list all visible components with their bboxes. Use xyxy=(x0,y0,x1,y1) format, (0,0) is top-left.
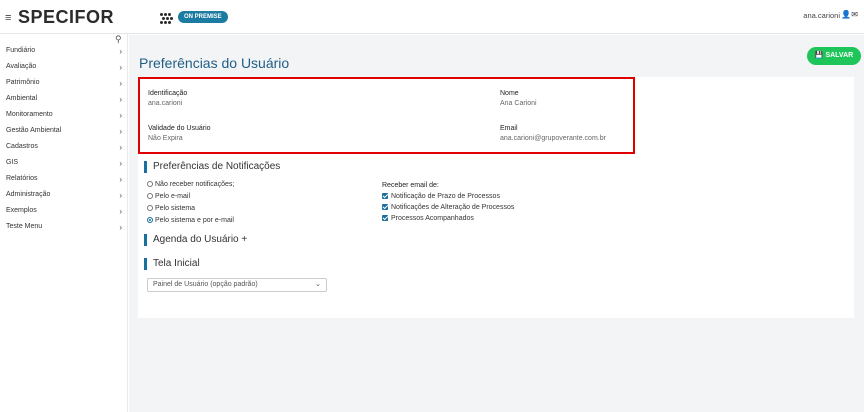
radio-label: Pelo sistema xyxy=(155,205,196,212)
email-label: Email xyxy=(500,125,518,132)
add-icon[interactable]: + xyxy=(241,234,247,245)
sidebar-item-fundiario[interactable]: Fundiário › xyxy=(6,47,124,61)
save-button-label: SALVAR xyxy=(825,52,854,59)
chevron-right-icon: › xyxy=(119,143,122,152)
save-icon: 💾 xyxy=(814,52,824,59)
sidebar-item-label: GIS xyxy=(6,159,19,166)
search-icon[interactable]: ⚲ xyxy=(115,34,122,45)
email-value: ana.carioni@grupoverante.com.br xyxy=(500,135,606,142)
radio-by-email[interactable]: Pelo e-mail xyxy=(147,193,190,200)
sidebar-item-label: Administração xyxy=(6,191,51,198)
sidebar-item-label: Patrimônio xyxy=(6,79,40,86)
hamburger-icon[interactable]: ≡ xyxy=(5,12,11,24)
preferences-card: Identificação ana.carioni Nome Ana Cario… xyxy=(138,77,854,318)
sidebar-item-label: Teste Menu xyxy=(6,223,43,230)
radio-label: Não receber notificações; xyxy=(155,181,235,188)
sidebar-item-label: Avaliação xyxy=(6,63,37,70)
user-icons[interactable]: 👤✉ xyxy=(841,10,858,19)
sidebar-item-avaliacao[interactable]: Avaliação › xyxy=(6,63,124,77)
name-value: Ana Carioni xyxy=(500,100,537,107)
sidebar-item-monitoramento[interactable]: Monitoramento › xyxy=(6,111,124,125)
chevron-down-icon: ⌄ xyxy=(315,281,321,288)
sidebar-item-label: Ambiental xyxy=(6,95,38,102)
checkbox-followed-processes[interactable]: Processos Acompanhados xyxy=(382,215,474,222)
checkbox-label: Processos Acompanhados xyxy=(391,215,474,222)
sidebar-item-teste-menu[interactable]: Teste Menu › xyxy=(6,223,124,237)
chevron-right-icon: › xyxy=(119,111,122,120)
radio-label: Pelo e-mail xyxy=(155,193,191,200)
sidebar-item-patrimonio[interactable]: Patrimônio › xyxy=(6,79,124,93)
checkbox-label: Notificações de Alteração de Processos xyxy=(391,204,515,211)
notifications-section-title: Preferências de Notificações xyxy=(144,161,280,173)
select-value: Painel de Usuário (opção padrão) xyxy=(153,281,258,288)
sidebar-item-label: Fundiário xyxy=(6,47,36,54)
radio-no-notifications[interactable]: Não receber notificações; xyxy=(147,181,234,188)
email-receive-label: Receber email de: xyxy=(382,182,439,189)
chevron-right-icon: › xyxy=(119,207,122,216)
checkbox-change-notification[interactable]: Notificações de Alteração de Processos xyxy=(382,204,514,211)
sidebar-item-exemplos[interactable]: Exemplos › xyxy=(6,207,124,221)
sidebar-item-label: Monitoramento xyxy=(6,111,53,118)
sidebar-item-label: Exemplos xyxy=(6,207,37,214)
sidebar-item-cadastros[interactable]: Cadastros › xyxy=(6,143,124,157)
chevron-right-icon: › xyxy=(119,159,122,168)
sidebar-item-gestao-ambiental[interactable]: Gestão Ambiental › xyxy=(6,127,124,141)
main-content: Preferências do Usuário 💾 SALVAR Identif… xyxy=(129,35,864,412)
radio-dot[interactable] xyxy=(147,205,153,211)
radio-by-system[interactable]: Pelo sistema xyxy=(147,205,195,212)
sidebar-item-label: Relatórios xyxy=(6,175,38,182)
sidebar-item-label: Gestão Ambiental xyxy=(6,127,62,134)
identification-value: ana.carioni xyxy=(148,100,183,107)
sidebar-item-administracao[interactable]: Administração › xyxy=(6,191,124,205)
logo-dots-icon xyxy=(159,9,175,25)
page-title: Preferências do Usuário xyxy=(139,55,290,71)
chevron-right-icon: › xyxy=(119,191,122,200)
home-screen-select[interactable]: Painel de Usuário (opção padrão) ⌄ xyxy=(147,278,327,292)
radio-dot[interactable] xyxy=(147,181,153,187)
validity-value: Não Expira xyxy=(148,135,183,142)
chevron-right-icon: › xyxy=(119,63,122,72)
radio-dot-selected[interactable] xyxy=(147,217,153,223)
identification-label: Identificação xyxy=(148,90,188,97)
chevron-right-icon: › xyxy=(119,175,122,184)
home-section-title: Tela Inicial xyxy=(144,258,200,270)
checkbox-checked[interactable] xyxy=(382,204,388,210)
name-label: Nome xyxy=(500,90,519,97)
checkbox-deadline-notification[interactable]: Notificação de Prazo de Processos xyxy=(382,193,500,200)
chevron-right-icon: › xyxy=(119,47,122,56)
envelope-icon[interactable]: ✉ xyxy=(851,10,858,19)
person-icon[interactable]: 👤 xyxy=(841,10,851,19)
checkbox-checked[interactable] xyxy=(382,193,388,199)
user-name[interactable]: ana.carioni xyxy=(803,11,840,20)
logo: SPECIFOR xyxy=(18,7,115,27)
validity-label: Validade do Usuário xyxy=(148,125,211,132)
sidebar-item-gis[interactable]: GIS › xyxy=(6,159,124,173)
checkbox-label: Notificação de Prazo de Processos xyxy=(391,193,500,200)
agenda-title: Agenda do Usuário xyxy=(153,234,239,245)
chevron-right-icon: › xyxy=(119,223,122,232)
save-button[interactable]: 💾 SALVAR xyxy=(807,47,861,65)
radio-label: Pelo sistema e por e-mail xyxy=(155,217,234,224)
chevron-right-icon: › xyxy=(119,127,122,136)
sidebar: ⚲ Fundiário › Avaliação › Patrimônio › Ambi… xyxy=(0,34,128,412)
user-info-highlight xyxy=(138,77,635,154)
agenda-section-title[interactable]: Agenda do Usuário + xyxy=(144,234,247,246)
top-bar: ≡ SPECIFOR ON PREMISE ana.carioni 👤✉ xyxy=(0,0,864,34)
chevron-right-icon: › xyxy=(119,79,122,88)
radio-system-and-email[interactable]: Pelo sistema e por e-mail xyxy=(147,217,234,224)
checkbox-checked[interactable] xyxy=(382,215,388,221)
sidebar-item-ambiental[interactable]: Ambiental › xyxy=(6,95,124,109)
radio-dot[interactable] xyxy=(147,193,153,199)
on-premise-badge: ON PREMISE xyxy=(178,11,228,23)
sidebar-item-label: Cadastros xyxy=(6,143,38,150)
chevron-right-icon: › xyxy=(119,95,122,104)
sidebar-item-relatorios[interactable]: Relatórios › xyxy=(6,175,124,189)
